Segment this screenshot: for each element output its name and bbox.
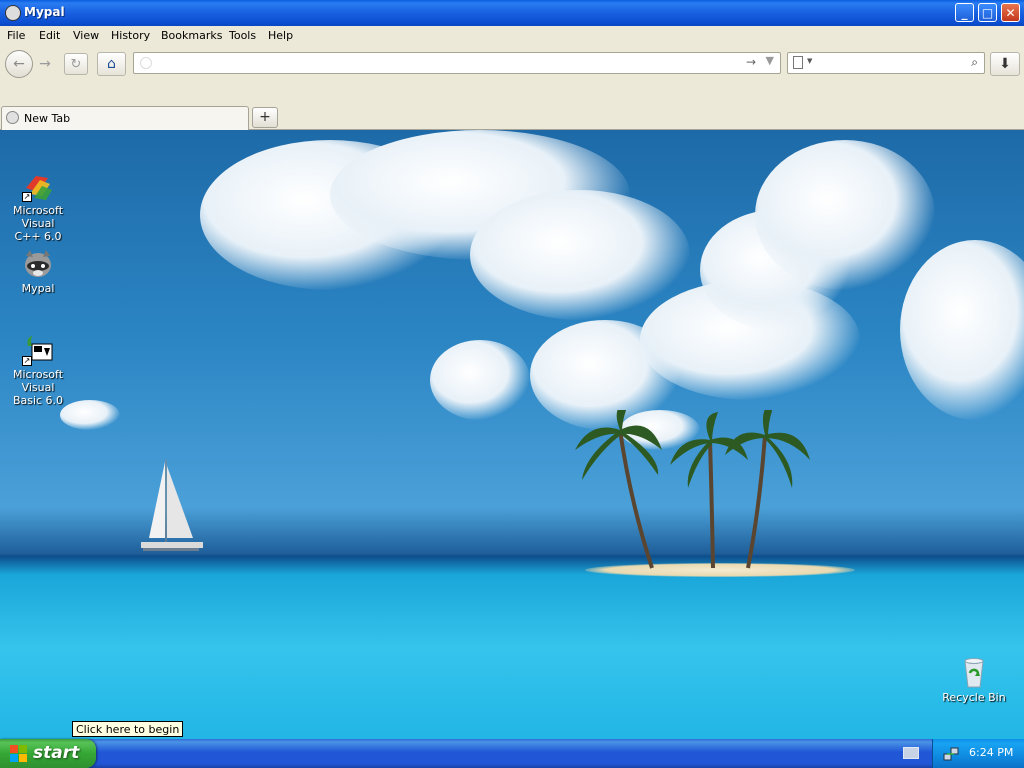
home-button[interactable]: ⌂ <box>97 52 126 76</box>
back-button[interactable]: ← <box>5 50 33 78</box>
maximize-button[interactable]: □ <box>978 3 997 22</box>
globe-icon <box>6 111 19 124</box>
desktop-icon-visual-basic[interactable]: ↗ Microsoft Visual Basic 6.0 <box>0 334 78 407</box>
icon-label-line2: C++ 6.0 <box>14 230 62 243</box>
recycle-bin-icon <box>958 657 990 689</box>
reload-icon: ↻ <box>70 57 82 72</box>
icon-label-line2: Basic 6.0 <box>12 394 64 407</box>
shortcut-arrow-icon: ↗ <box>22 356 32 366</box>
start-button[interactable]: start <box>0 739 96 768</box>
search-input[interactable] <box>818 55 962 73</box>
forward-button[interactable]: → <box>34 55 56 75</box>
palm-trees-image <box>575 410 810 569</box>
tab-new-tab[interactable]: New Tab <box>1 106 249 130</box>
clock[interactable]: 6:24 PM <box>969 746 1013 759</box>
url-input[interactable] <box>156 55 750 73</box>
network-icon[interactable] <box>943 746 959 762</box>
menu-edit[interactable]: Edit <box>39 29 60 42</box>
menu-help[interactable]: Help <box>268 29 293 42</box>
page-identity-icon <box>140 57 152 69</box>
menu-history[interactable]: History <box>111 29 150 42</box>
url-bar[interactable]: → ▼ <box>133 52 781 74</box>
tab-label: New Tab <box>24 112 71 125</box>
icon-label-line1: Microsoft Visual <box>12 204 64 230</box>
downloads-button[interactable]: ⬇ <box>990 52 1020 76</box>
desktop-icon-visual-cpp[interactable]: ↗ Microsoft Visual C++ 6.0 <box>0 170 78 243</box>
navigation-toolbar: ← → ↻ ⌂ → ▼ ▼ ⌕ ⬇ <box>0 46 1024 84</box>
arrow-left-icon: ← <box>13 56 25 72</box>
desktop-icon-recycle-bin[interactable]: Recycle Bin <box>934 657 1014 704</box>
keyboard-icon[interactable] <box>903 747 919 759</box>
menu-tools[interactable]: Tools <box>229 29 256 42</box>
taskbar: start 6:24 PM <box>0 739 1024 768</box>
mypal-app-icon <box>5 5 21 21</box>
start-label: start <box>33 743 80 763</box>
desktop-wallpaper <box>0 130 1024 739</box>
title-bar[interactable]: Mypal _ □ ✕ <box>0 0 1024 26</box>
search-icon[interactable]: ⌕ <box>971 55 978 70</box>
icon-label-line1: Recycle Bin <box>942 691 1006 704</box>
minimize-button[interactable]: _ <box>955 3 974 22</box>
search-bar[interactable]: ▼ ⌕ <box>787 52 985 74</box>
arrow-right-icon: → <box>39 56 51 72</box>
search-engine-icon[interactable] <box>793 56 803 69</box>
icon-label-line1: Microsoft Visual <box>12 368 64 394</box>
download-arrow-icon: ⬇ <box>999 56 1011 72</box>
menu-bar: File Edit View History Bookmarks Tools H… <box>0 26 1024 46</box>
home-icon: ⌂ <box>107 56 116 72</box>
menu-file[interactable]: File <box>7 29 25 42</box>
start-tooltip: Click here to begin <box>72 721 184 737</box>
system-tray: 6:24 PM <box>932 739 1024 768</box>
mypal-raccoon-icon <box>22 248 54 280</box>
visual-basic-icon: ↗ <box>22 334 54 366</box>
visual-cpp-icon: ↗ <box>22 170 54 202</box>
menu-bookmarks[interactable]: Bookmarks <box>161 29 222 42</box>
tab-strip: New Tab + <box>0 84 1024 130</box>
sailboat-image <box>141 460 203 551</box>
desktop-icon-mypal[interactable]: Mypal <box>0 248 78 295</box>
reload-button[interactable]: ↻ <box>64 53 88 75</box>
close-button[interactable]: ✕ <box>1001 3 1020 22</box>
menu-view[interactable]: View <box>73 29 99 42</box>
icon-label-line1: Mypal <box>21 282 55 295</box>
plus-icon: + <box>259 109 271 125</box>
go-arrow-icon[interactable]: → <box>746 55 756 69</box>
url-dropdown-icon[interactable]: ▼ <box>766 54 774 67</box>
chevron-down-icon[interactable]: ▼ <box>807 57 812 65</box>
new-tab-button[interactable]: + <box>252 107 278 128</box>
shortcut-arrow-icon: ↗ <box>22 192 32 202</box>
windows-flag-icon <box>10 745 27 762</box>
window-title: Mypal <box>24 5 65 19</box>
